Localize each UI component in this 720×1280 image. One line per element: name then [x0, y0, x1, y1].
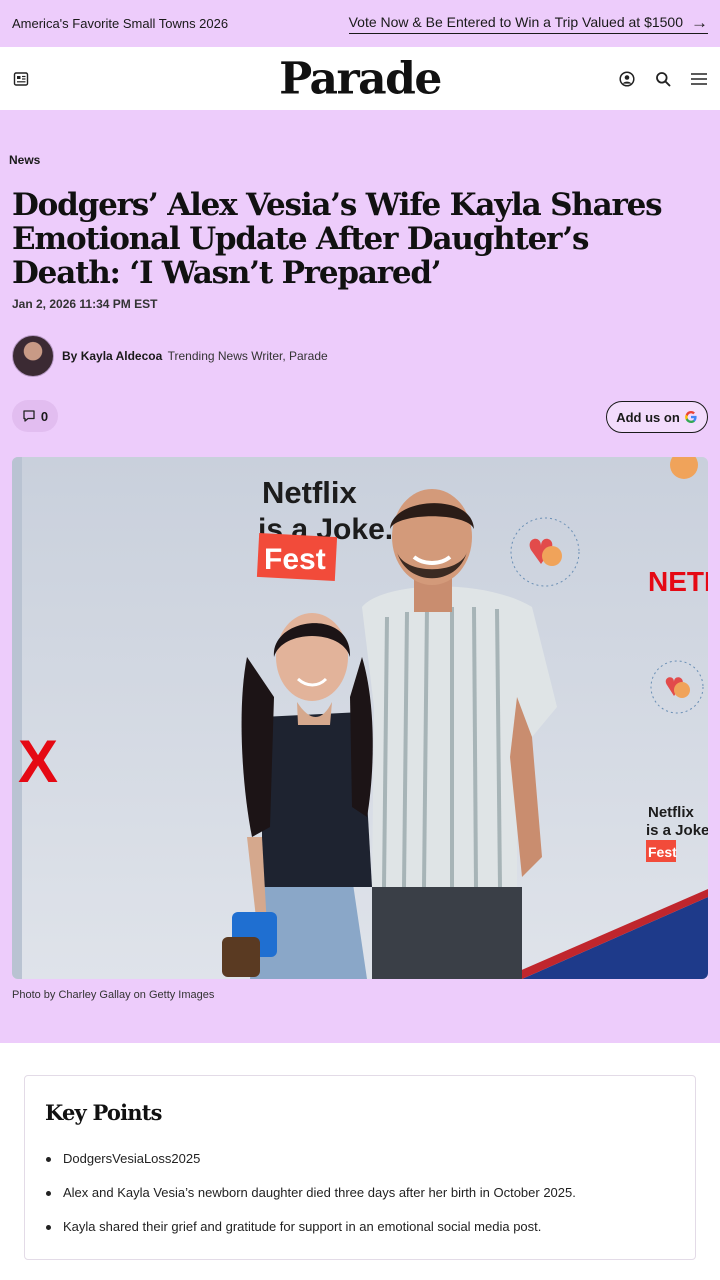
comment-icon: [23, 410, 35, 422]
photo-illustration: X Netflix is a Joke. Fest Netflix is a J…: [12, 457, 708, 979]
key-point-item: DodgersVesiaLoss2025: [45, 1151, 675, 1166]
author-name-link[interactable]: Kayla Aldecoa: [81, 349, 163, 363]
svg-text:Fest: Fest: [648, 844, 677, 860]
key-point-item: Alex and Kayla Vesia’s newborn daughter …: [45, 1185, 675, 1200]
netflix-wordmark: NETFLIX: [648, 566, 708, 597]
byline: By Kayla Aldecoa Trending News Writer, P…: [12, 335, 328, 377]
article-hero: News Dodgers’ Alex Vesia’s Wife Kayla Sh…: [0, 110, 720, 1043]
sign-line1: Netflix: [262, 475, 358, 510]
menu-icon[interactable]: [690, 70, 708, 88]
author-role: Trending News Writer, Parade: [167, 349, 328, 363]
category-label[interactable]: News: [9, 153, 40, 167]
promo-left-link[interactable]: America's Favorite Small Towns 2026: [12, 16, 228, 31]
author-prefix: By: [62, 349, 78, 363]
svg-text:is a Joke.: is a Joke.: [646, 822, 708, 839]
article-headline: Dodgers’ Alex Vesia’s Wife Kayla Shares …: [12, 187, 663, 291]
add-us-label: Add us on: [616, 409, 680, 425]
search-icon[interactable]: [654, 70, 672, 88]
comment-count: 0: [40, 408, 49, 424]
photo-credit: Photo by Charley Gallay on Getty Images: [12, 989, 215, 1001]
netflix-letter-left: X: [18, 728, 58, 795]
sign-line3: Fest: [264, 543, 326, 576]
key-points-title: Key Points: [45, 1100, 162, 1125]
promo-vote-label: Vote Now & Be Entered to Win a Trip Valu…: [348, 14, 683, 30]
header-actions: [618, 70, 708, 88]
user-icon[interactable]: [618, 70, 636, 88]
key-point-item: Kayla shared their grief and gratitude f…: [45, 1219, 675, 1234]
add-us-on-google-button[interactable]: Add us on: [606, 401, 708, 433]
comments-button[interactable]: 0: [12, 400, 58, 432]
promo-banner: America's Favorite Small Towns 2026 Vote…: [0, 0, 720, 47]
arrow-right-icon: →: [691, 12, 708, 32]
google-g-icon: [684, 410, 697, 423]
publish-date: Jan 2, 2026 11:34 PM EST: [12, 297, 158, 311]
promo-vote-link[interactable]: Vote Now & Be Entered to Win a Trip Valu…: [348, 12, 708, 34]
parade-logo[interactable]: Parade: [279, 53, 442, 104]
author-info: By Kayla Aldecoa Trending News Writer, P…: [62, 349, 328, 363]
key-points-box: Key Points DodgersVesiaLoss2025 Alex and…: [24, 1075, 696, 1260]
key-points-list: DodgersVesiaLoss2025 Alex and Kayla Vesi…: [45, 1151, 675, 1234]
svg-text:Netflix: Netflix: [648, 804, 695, 821]
author-avatar[interactable]: [12, 335, 54, 377]
newspaper-icon[interactable]: [12, 70, 30, 88]
site-header: Parade: [0, 47, 720, 110]
article-hero-photo[interactable]: X Netflix is a Joke. Fest Netflix is a J…: [12, 457, 708, 979]
